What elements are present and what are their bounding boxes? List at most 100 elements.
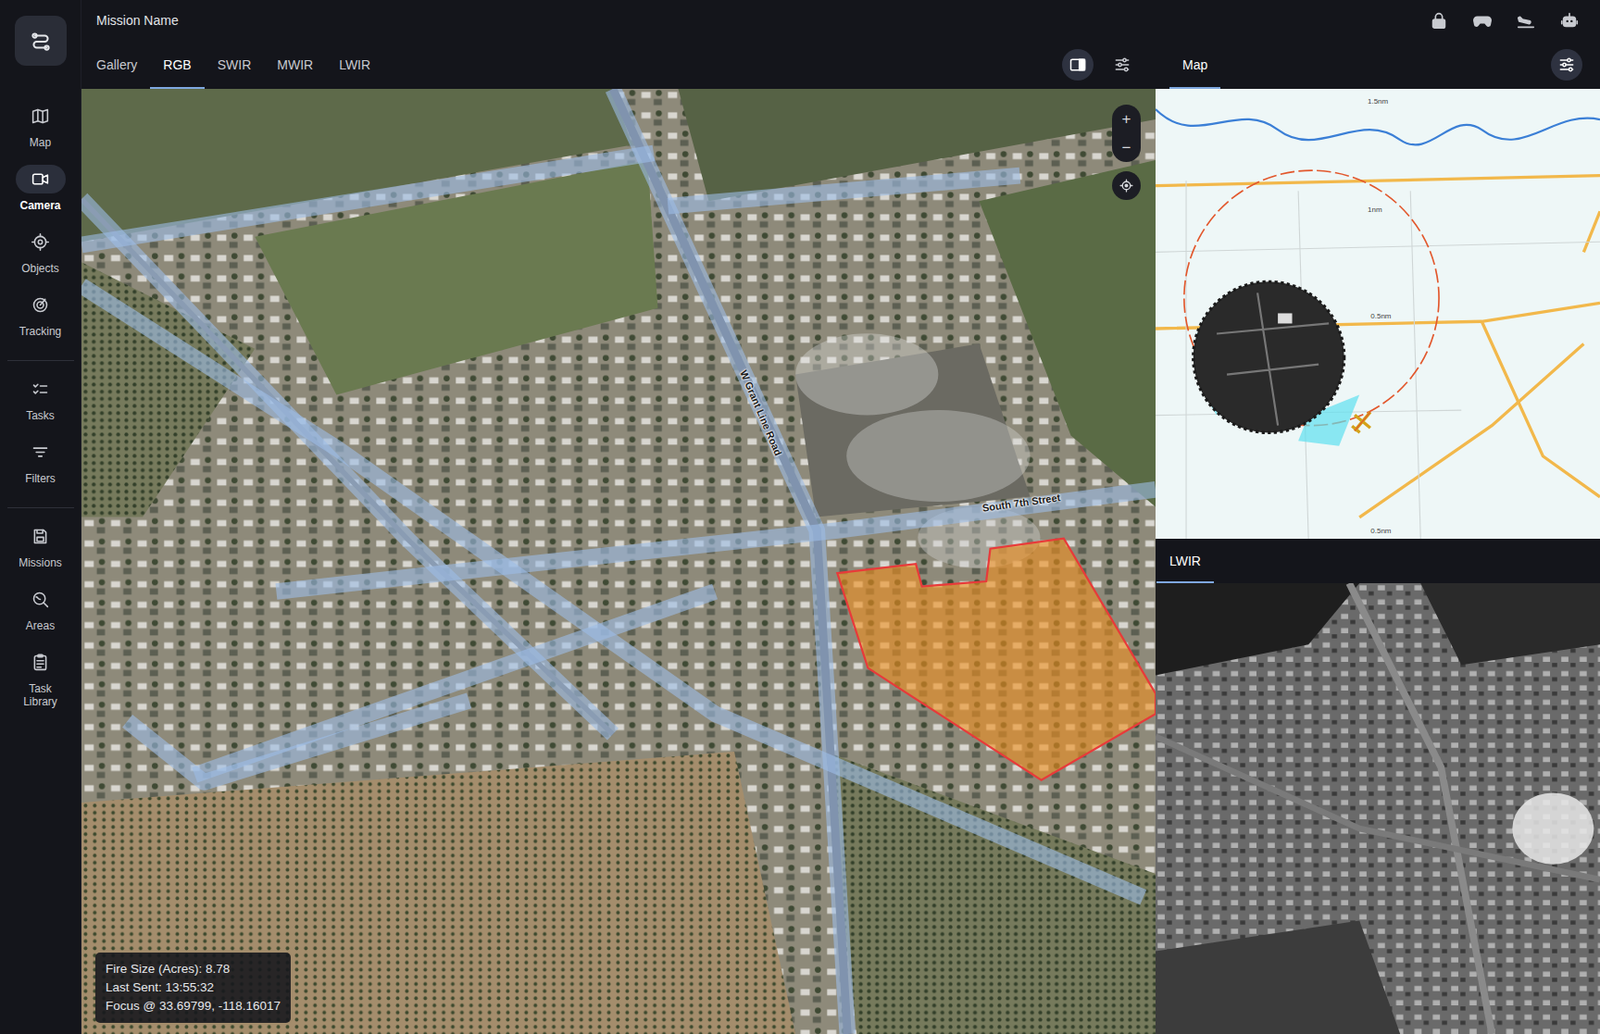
lock-button[interactable] — [1428, 10, 1450, 31]
sidebar-item-icon-box[interactable] — [15, 437, 66, 467]
video-camera-icon — [30, 169, 50, 189]
sidebar-item-icon-box[interactable] — [15, 522, 66, 551]
sensor-tab[interactable]: RGB — [150, 40, 204, 89]
floppy-disk-icon — [30, 526, 50, 547]
gamepad-button[interactable] — [1472, 10, 1493, 31]
nav-group: Tasks Filters — [3, 375, 78, 501]
sliders-icon — [1112, 55, 1132, 75]
floppy-disk-icon — [30, 526, 50, 547]
sliders-icon — [1557, 55, 1576, 75]
route-logo-icon — [28, 28, 53, 53]
sidebar-item[interactable]: Map — [3, 101, 78, 165]
fire-info-box: Fire Size (Acres): 8.78Last Sent: 13:55:… — [95, 952, 291, 1024]
layout-toggle-button[interactable] — [1062, 49, 1094, 81]
sidebar-item-label[interactable]: Areas — [25, 619, 55, 633]
camera-settings-button[interactable] — [1106, 49, 1138, 81]
sidebar-item-label[interactable]: Camera — [19, 199, 61, 213]
title-bar: Mission Name — [81, 0, 1600, 41]
locate-icon — [1118, 177, 1135, 194]
sensor-tab[interactable]: SWIR — [204, 40, 265, 89]
zoom-out-button[interactable]: − — [1112, 133, 1141, 163]
sidebar-item[interactable]: Areas — [3, 585, 78, 649]
sensor-tab[interactable]: Gallery — [83, 40, 150, 89]
sidebar-divider — [7, 507, 75, 509]
split-panel-icon — [1068, 55, 1088, 75]
sensor-tab[interactable]: MWIR — [263, 40, 326, 89]
sidebar-item[interactable]: Tasks — [3, 375, 78, 438]
zoom-control: +− — [1112, 104, 1141, 163]
crosshair-icon — [30, 232, 50, 252]
sidebar-item[interactable]: Missions — [3, 522, 78, 586]
fire-info-line: Last Sent: 13:55:32 — [105, 978, 281, 998]
range-ring-label: 0.5nm — [1370, 312, 1391, 321]
sliders-icon — [1112, 55, 1132, 75]
locate-button[interactable] — [1112, 171, 1141, 200]
app-logo[interactable] — [14, 15, 67, 66]
lwir-header: LWIR — [1155, 538, 1600, 584]
crosshair-icon — [30, 232, 50, 252]
mission-title: Mission Name — [96, 12, 179, 28]
nav-group: Map Camera Objects Tracking — [3, 101, 78, 354]
map-tab[interactable]: Map — [1169, 40, 1221, 89]
sidebar-item-icon-box[interactable] — [15, 648, 66, 677]
camera-view[interactable]: W Grant Line RoadSouth 7th Street+−Fire … — [81, 88, 1156, 1034]
sidebar-item-label[interactable]: Missions — [18, 556, 63, 570]
plane-landing-icon — [1515, 10, 1537, 31]
right-column: 1.5nm1nm0.5nm0.5nmLWIR — [1155, 88, 1600, 1034]
sensor-tab[interactable]: LWIR — [325, 40, 384, 89]
sidebar-item-label[interactable]: Tracking — [19, 325, 63, 338]
lwir-view[interactable] — [1155, 583, 1600, 1034]
map-icon — [30, 106, 50, 126]
split-panel-icon — [1068, 55, 1088, 75]
sidebar-item-label[interactable]: Filters — [25, 472, 56, 486]
sidebar-item-icon-box[interactable] — [15, 227, 66, 257]
sidebar-item-icon-box[interactable] — [15, 585, 66, 614]
lwir-tab[interactable]: LWIR — [1156, 538, 1214, 584]
clipboard-icon — [30, 652, 50, 673]
zoom-in-button[interactable]: + — [1112, 104, 1141, 134]
view-buttons — [1062, 40, 1138, 89]
radar-icon — [30, 295, 50, 315]
fire-info-line: Fire Size (Acres): 8.78 — [105, 960, 281, 979]
sidebar-item-icon-box[interactable] — [15, 101, 66, 131]
range-ring-label: 1nm — [1367, 205, 1383, 214]
sidebar-item[interactable]: Objects — [3, 227, 78, 291]
clipboard-icon — [30, 652, 50, 673]
lock-icon — [1428, 10, 1450, 31]
sidebar-item-icon-box[interactable] — [15, 375, 66, 404]
search-area-icon — [30, 589, 50, 610]
tab-row: GalleryRGBSWIRMWIRLWIR Map — [81, 40, 1600, 89]
robot-button[interactable] — [1559, 10, 1580, 31]
lwir-image — [1155, 583, 1600, 1034]
sidebar: Map Camera Objects Tracking Tasks Filters Miss… — [0, 0, 82, 1034]
sidebar-item-icon-box[interactable] — [15, 290, 66, 320]
sensor-tabs: GalleryRGBSWIRMWIRLWIR — [81, 40, 1156, 89]
main-area: Mission NameGalleryRGBSWIRMWIRLWIRMapW G… — [81, 0, 1600, 1034]
nav-group: Missions Areas Task Library — [3, 522, 78, 712]
locate-icon — [1118, 177, 1135, 194]
robot-icon — [1559, 10, 1580, 31]
sidebar-item-label[interactable]: Task Library — [13, 682, 68, 709]
sidebar-item-label[interactable]: Map — [29, 136, 51, 150]
robot-icon — [1559, 10, 1580, 31]
checklist-icon — [30, 379, 50, 400]
map-settings-button[interactable] — [1550, 49, 1583, 81]
map-icon — [30, 106, 50, 126]
map-view[interactable]: 1.5nm1nm0.5nm0.5nm — [1155, 88, 1600, 539]
gamepad-icon — [1472, 10, 1493, 31]
app: Map Camera Objects Tracking Tasks Filters Miss… — [0, 0, 1600, 1034]
sidebar-item-label[interactable]: Objects — [21, 262, 60, 275]
filter-icon — [30, 442, 50, 463]
sidebar-item[interactable]: Tracking — [3, 290, 78, 354]
top-icons — [1428, 10, 1580, 31]
checklist-icon — [30, 379, 50, 400]
sidebar-item-label[interactable]: Tasks — [25, 409, 55, 423]
sidebar-item[interactable]: Filters — [3, 437, 78, 501]
landing-button[interactable] — [1515, 10, 1537, 31]
sidebar-item[interactable]: Task Library — [3, 648, 78, 712]
gamepad-icon — [1472, 10, 1493, 31]
sidebar-item[interactable]: Camera — [3, 164, 78, 228]
search-area-icon — [30, 589, 50, 610]
sidebar-divider — [7, 360, 75, 362]
sidebar-item-icon-box[interactable] — [15, 164, 66, 194]
